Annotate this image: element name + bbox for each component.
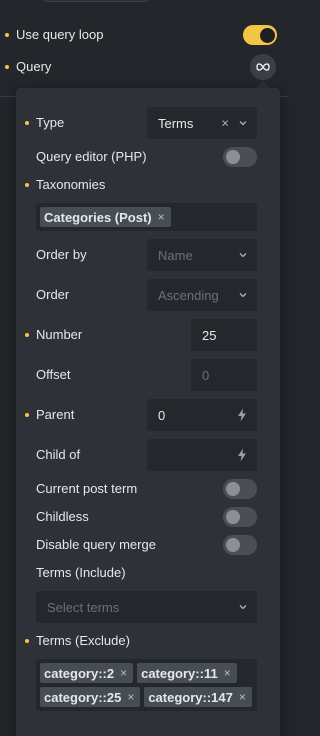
term-tag: category::11 × <box>137 663 237 683</box>
toggle-knob <box>260 27 275 43</box>
remove-tag-icon[interactable]: × <box>239 690 246 704</box>
number-input[interactable]: 25 <box>191 319 257 351</box>
top-tab-edge <box>42 0 150 2</box>
chevron-down-icon <box>239 293 247 298</box>
term-tag: category::147 × <box>144 687 252 707</box>
taxonomies-multiselect[interactable]: Categories (Post) × <box>36 203 257 231</box>
remove-tag-icon[interactable]: × <box>127 690 134 704</box>
taxonomies-label: Taxonomies <box>36 177 106 192</box>
order-select[interactable]: Ascending <box>147 279 257 311</box>
parent-value: 0 <box>158 407 166 423</box>
disable-query-merge-label: Disable query merge <box>36 537 156 552</box>
number-value: 25 <box>202 327 217 343</box>
toggle-knob <box>226 510 240 524</box>
terms-exclude-label: Terms (Exclude) <box>36 633 130 648</box>
tag-label: category::11 <box>141 665 218 681</box>
offset-label: Offset <box>36 367 71 382</box>
modified-indicator-dot <box>5 65 9 69</box>
chevron-down-icon <box>239 121 247 126</box>
query-editor-label: Query editor (PHP) <box>36 149 147 164</box>
dynamic-data-bolt-icon[interactable] <box>237 448 247 462</box>
popover-arrow <box>256 81 270 88</box>
childless-toggle[interactable] <box>223 507 257 527</box>
taxonomy-tag: Categories (Post) × <box>40 207 171 227</box>
type-select[interactable]: Terms × <box>147 107 257 139</box>
term-tag: category::25 × <box>40 687 141 707</box>
toggle-knob <box>226 482 240 496</box>
tag-label: category::2 <box>44 665 115 681</box>
use-query-loop-toggle[interactable] <box>243 25 277 45</box>
child-of-input[interactable] <box>147 439 257 471</box>
modified-indicator-dot <box>5 33 9 37</box>
disable-query-merge-toggle[interactable] <box>223 535 257 555</box>
current-post-term-label: Current post term <box>36 481 138 496</box>
current-post-term-toggle[interactable] <box>223 479 257 499</box>
modified-indicator-dot <box>25 121 29 125</box>
tag-label: category::25 <box>44 689 122 705</box>
query-settings-button[interactable] <box>250 54 276 80</box>
order-label: Order <box>36 287 70 302</box>
remove-tag-icon[interactable]: × <box>158 210 165 224</box>
terms-include-placeholder: Select terms <box>47 599 120 615</box>
use-query-loop-label: Use query loop <box>16 27 104 42</box>
tag-label: Categories (Post) <box>44 209 152 225</box>
modified-indicator-dot <box>25 639 29 643</box>
toggle-knob <box>226 538 240 552</box>
offset-placeholder: 0 <box>202 367 210 383</box>
query-popover: Type Terms × Query editor (PHP) Taxonomi… <box>16 88 280 736</box>
tag-label: category::147 <box>148 689 233 705</box>
type-label: Type <box>36 115 65 130</box>
toggle-knob <box>226 150 240 164</box>
terms-include-select[interactable]: Select terms <box>36 591 257 623</box>
infinity-icon <box>256 63 270 71</box>
parent-input[interactable]: 0 <box>147 399 257 431</box>
chevron-down-icon <box>239 253 247 258</box>
number-label: Number <box>36 327 83 342</box>
modified-indicator-dot <box>25 183 29 187</box>
terms-exclude-multiselect[interactable]: category::2 × category::11 × category::2… <box>36 659 257 711</box>
dynamic-data-bolt-icon[interactable] <box>237 408 247 422</box>
remove-tag-icon[interactable]: × <box>224 666 231 680</box>
modified-indicator-dot <box>25 413 29 417</box>
modified-indicator-dot <box>25 333 29 337</box>
parent-label: Parent <box>36 407 75 422</box>
order-placeholder: Ascending <box>158 287 219 303</box>
type-clear-icon[interactable]: × <box>221 116 229 131</box>
query-label: Query <box>16 59 52 74</box>
terms-include-label: Terms (Include) <box>36 565 126 580</box>
term-tag: category::2 × <box>40 663 134 683</box>
order-by-select[interactable]: Name <box>147 239 257 271</box>
child-of-label: Child of <box>36 447 81 462</box>
order-by-placeholder: Name <box>158 247 193 263</box>
childless-label: Childless <box>36 509 89 524</box>
type-value: Terms <box>158 115 194 131</box>
order-by-label: Order by <box>36 247 87 262</box>
query-editor-toggle[interactable] <box>223 147 257 167</box>
offset-input[interactable]: 0 <box>191 359 257 391</box>
chevron-down-icon <box>239 605 247 610</box>
remove-tag-icon[interactable]: × <box>120 666 127 680</box>
